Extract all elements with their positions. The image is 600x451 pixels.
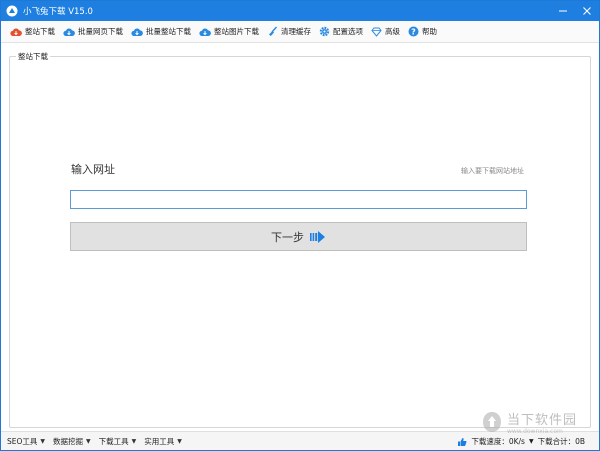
gear-icon	[319, 26, 330, 37]
menu-label: 下载工具	[98, 436, 129, 446]
toolbar-label: 整站图片下载	[214, 27, 259, 36]
toolbar-label: 帮助	[422, 27, 437, 36]
cloud-download-icon	[63, 27, 75, 36]
menu-utility-tools[interactable]: 实用工具 ▼	[144, 436, 182, 447]
toolbar-advanced[interactable]: 高级	[368, 23, 403, 41]
toolbar-help[interactable]: ? 帮助	[405, 23, 440, 41]
window-controls	[551, 1, 599, 21]
url-hint: 输入要下载网站地址	[461, 167, 524, 175]
gem-icon	[371, 27, 382, 37]
menu-data-mining[interactable]: 数据挖掘 ▼	[53, 436, 91, 447]
window-title: 小飞兔下载 V15.0	[23, 7, 93, 17]
watermark-text: 当下软件园 www.downxia.com	[507, 409, 577, 435]
caret-down-icon: ▼	[131, 437, 137, 445]
thumbs-up-icon[interactable]	[457, 437, 467, 447]
menu-seo-tools[interactable]: SEO工具 ▼	[7, 436, 45, 447]
menu-label: 实用工具	[144, 436, 175, 446]
watermark-logo-icon	[482, 412, 501, 432]
toolbar-label: 整站下载	[25, 27, 55, 36]
broom-icon	[269, 26, 278, 36]
url-input[interactable]	[70, 190, 527, 209]
toolbar-batch-page-download[interactable]: 批量网页下载	[60, 23, 126, 41]
cloud-download-icon	[131, 27, 143, 36]
caret-down-icon: ▼	[40, 437, 46, 445]
cloud-download-red-icon	[10, 27, 22, 36]
toolbar-label: 配置选项	[333, 27, 363, 36]
panel-legend: 整站下载	[16, 51, 50, 62]
url-label: 输入网址	[71, 163, 115, 176]
next-step-button[interactable]: 下一步	[70, 222, 527, 251]
menu-label: SEO工具	[7, 436, 38, 446]
download-speed: 下载速度：0K/s	[471, 437, 525, 446]
toolbar-batch-site-download[interactable]: 批量整站下载	[128, 23, 194, 41]
toolbar-label: 批量网页下载	[78, 27, 123, 36]
cloud-download-icon	[199, 27, 211, 36]
toolbar-settings[interactable]: 配置选项	[316, 23, 366, 41]
toolbar-label: 清理缓存	[281, 27, 311, 36]
help-icon: ?	[408, 26, 419, 37]
watermark-url: www.downxia.com	[506, 428, 563, 435]
toolbar-site-download[interactable]: 整站下载	[7, 23, 58, 41]
toolbar-clear-cache[interactable]: 清理缓存	[264, 23, 314, 41]
toolbar-site-image-download[interactable]: 整站图片下载	[196, 23, 262, 41]
app-logo-icon	[6, 5, 18, 17]
title-bar: 小飞兔下载 V15.0	[1, 1, 599, 21]
menu-download-tools[interactable]: 下载工具 ▼	[99, 436, 137, 447]
menu-label: 数据挖掘	[53, 436, 84, 446]
toolbar-label: 高级	[385, 27, 400, 36]
caret-down-icon: ▼	[86, 437, 91, 445]
watermark: 当下软件园 www.downxia.com	[481, 409, 577, 435]
app-window: 小飞兔下载 V15.0 整站下载 批量网页下载 批量整站下载 整站图片下载 清理…	[0, 0, 600, 451]
toolbar-label: 批量整站下载	[146, 27, 191, 36]
svg-text:?: ?	[411, 27, 416, 36]
speed-caret-icon[interactable]: ▼	[529, 438, 534, 445]
download-total: 下载合计：0B	[537, 437, 585, 446]
caret-down-icon: ▼	[177, 437, 182, 445]
toolbar: 整站下载 批量网页下载 批量整站下载 整站图片下载 清理缓存 配置选项 高级 ?	[1, 21, 599, 43]
arrow-right-icon	[310, 230, 325, 243]
watermark-name: 当下软件园	[506, 413, 577, 428]
close-icon[interactable]	[575, 1, 599, 21]
minimize-icon[interactable]	[551, 1, 575, 21]
next-step-label: 下一步	[271, 230, 304, 244]
